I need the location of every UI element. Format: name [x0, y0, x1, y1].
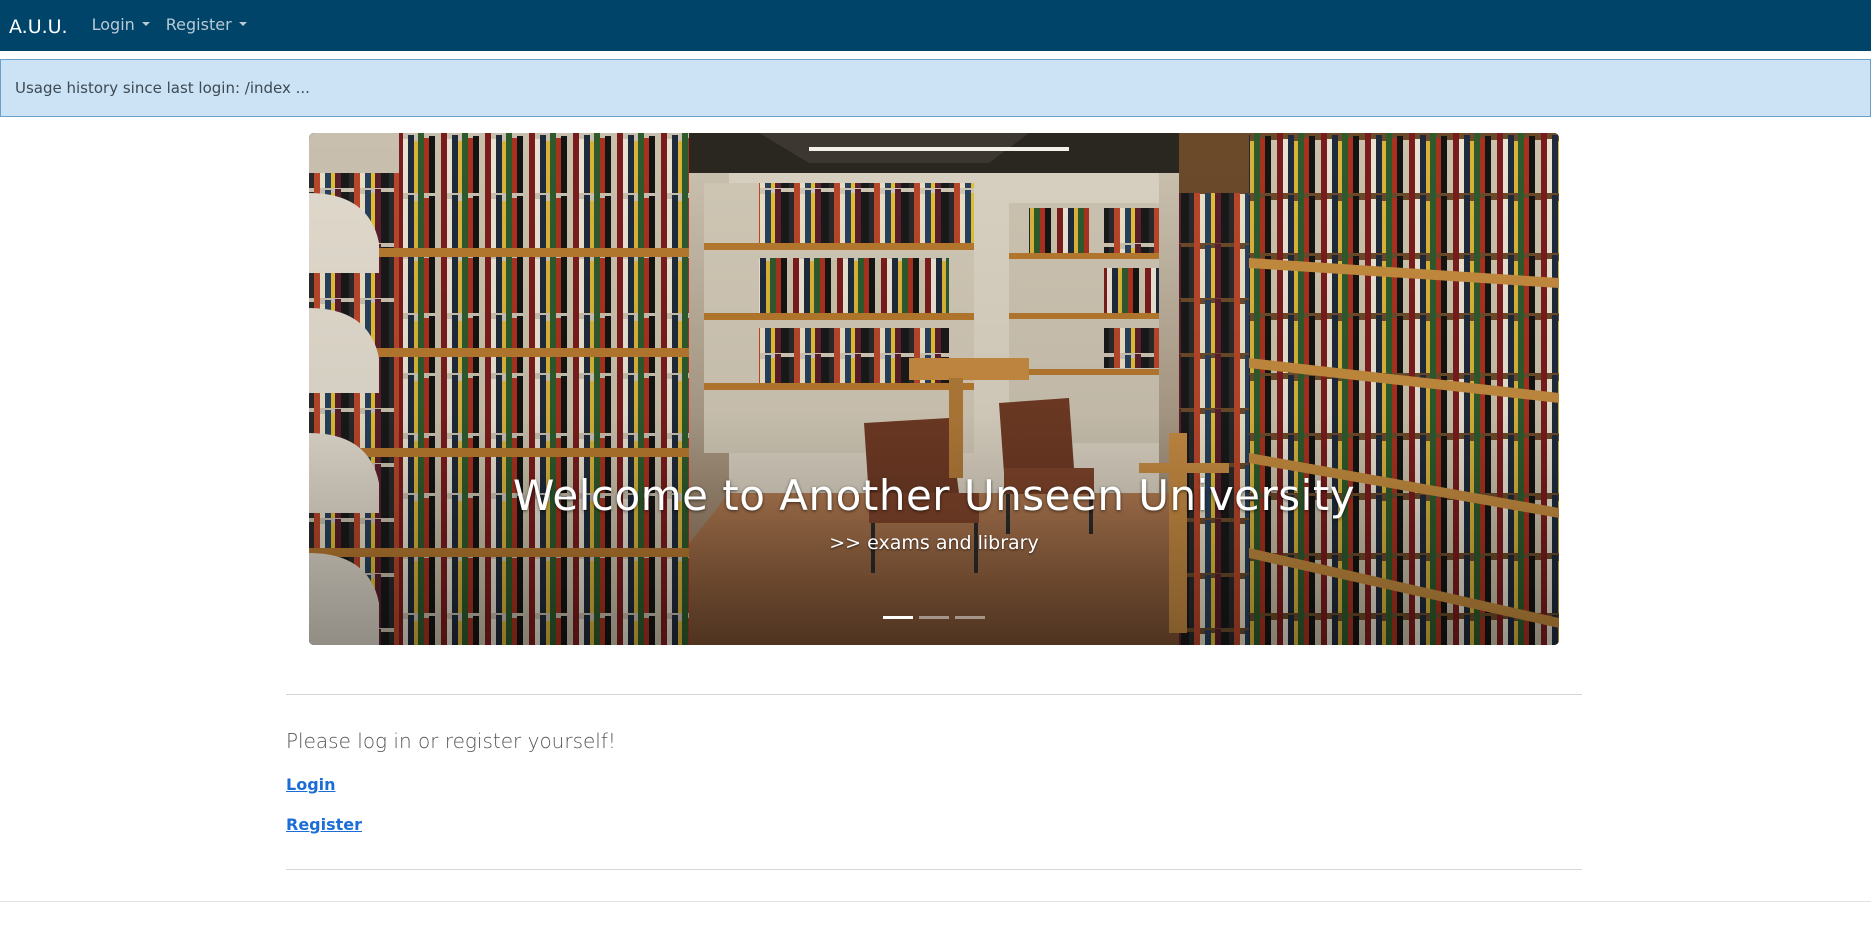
register-link[interactable]: Register — [286, 815, 362, 834]
carousel-subtitle: >> exams and library — [829, 532, 1039, 554]
nav-login-label: Login — [91, 15, 135, 34]
carousel-indicator-2[interactable] — [919, 616, 949, 619]
library-image — [309, 133, 1559, 645]
carousel-indicator-1[interactable] — [883, 616, 913, 619]
chevron-down-icon — [238, 21, 247, 26]
divider-bottom — [286, 869, 1582, 870]
carousel-title: Welcome to Another Unseen University — [512, 471, 1356, 520]
carousel-indicators — [309, 616, 1559, 619]
carousel-indicator-3[interactable] — [955, 616, 985, 619]
chevron-down-icon — [141, 21, 150, 26]
footer-divider — [0, 901, 1871, 902]
login-prompt: Please log in or register yourself! — [286, 729, 616, 753]
brand-link[interactable]: A.U.U. — [9, 16, 68, 38]
nav-login-dropdown[interactable]: Login — [92, 15, 150, 34]
top-navbar: A.U.U. Login Register — [0, 0, 1871, 51]
login-link[interactable]: Login — [286, 775, 336, 794]
divider-top — [286, 694, 1582, 695]
hero-carousel[interactable]: Welcome to Another Unseen University >> … — [309, 133, 1559, 645]
nav-register-dropdown[interactable]: Register — [166, 15, 247, 34]
usage-history-text: Usage history since last login: /index .… — [15, 79, 310, 97]
nav-register-label: Register — [165, 15, 232, 34]
usage-history-alert: Usage history since last login: /index .… — [0, 59, 1871, 117]
